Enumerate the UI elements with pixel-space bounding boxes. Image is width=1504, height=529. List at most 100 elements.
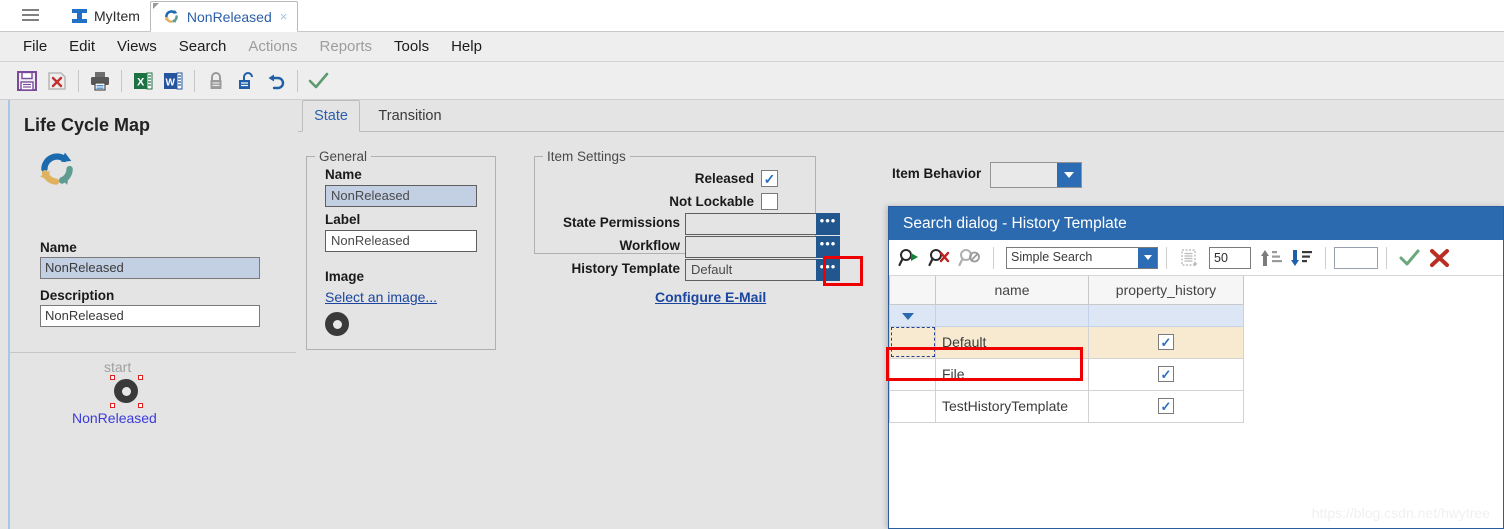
workflow-browse-button[interactable]: ••• [816,236,840,258]
released-checkbox[interactable] [761,170,778,187]
graph-state-node[interactable] [114,379,138,403]
configure-email-link[interactable]: Configure E-Mail [655,289,766,305]
filter-dropdown-icon[interactable] [902,313,914,320]
resize-handle-tr[interactable] [138,375,143,380]
general-image-preview[interactable] [325,312,349,336]
tab-transition[interactable]: Transition [364,100,456,132]
sort-descending-icon[interactable] [1287,244,1317,272]
property-history-checkbox[interactable]: ✓ [1158,398,1174,415]
released-label: Released [694,171,754,186]
tab-myitem[interactable]: MyItem [60,0,150,31]
menu-file[interactable]: File [12,35,58,58]
cross-icon[interactable] [1425,244,1455,272]
quick-filter-input[interactable] [1334,246,1378,269]
dialog-title: Search dialog - History Template [889,207,1503,240]
column-header-select[interactable] [889,276,936,305]
column-header-name[interactable]: name [935,276,1089,305]
life-cycle-map-panel: Life Cycle Map Name NonReleased Descript… [8,100,296,529]
menu-edit[interactable]: Edit [58,35,106,58]
apply-check-icon[interactable] [304,66,334,96]
chevron-down-icon[interactable] [1138,247,1157,268]
undo-icon[interactable] [261,66,291,96]
lifecycle-refresh-icon [40,152,73,185]
menubar: File Edit Views Search Actions Reports T… [0,32,1504,62]
row-select-cell[interactable] [889,389,936,423]
tab-nonreleased[interactable]: NonReleased × [149,1,299,32]
row-filler-cell [1243,358,1503,390]
general-groupbox: General Name NonReleased Label NonReleas… [306,149,496,350]
unlock-icon[interactable] [231,66,261,96]
row-name-cell[interactable]: TestHistoryTemplate [935,389,1089,423]
column-header-property-history[interactable]: property_history [1088,276,1244,305]
save-icon[interactable] [12,66,42,96]
search-clear-icon[interactable] [925,244,955,272]
general-label-input[interactable]: NonReleased [325,230,477,252]
property-history-checkbox[interactable]: ✓ [1158,334,1174,351]
item-settings-groupbox: Item Settings Released Not Lockable Stat… [534,149,840,305]
item-behavior-combo-value [991,163,1057,187]
max-rows-input[interactable]: 50 [1209,246,1251,269]
toolbar-separator [194,69,195,92]
history-template-browse-button[interactable]: ••• [816,259,840,281]
table-row[interactable]: TestHistoryTemplate ✓ [889,389,1503,423]
general-legend: General [315,149,372,164]
item-behavior-combo[interactable] [990,162,1082,188]
search-mode-combo[interactable]: Simple Search [1006,246,1158,269]
search-dialog: Search dialog - History Template Simple … [888,206,1504,529]
row-property-history-cell[interactable]: ✓ [1088,357,1244,391]
filter-name-cell[interactable] [935,303,1089,327]
general-name-label: Name [325,167,362,182]
menu-search[interactable]: Search [168,35,238,58]
page-title: Life Cycle Map [24,115,151,135]
row-property-history-cell[interactable]: ✓ [1088,325,1244,359]
export-word-icon[interactable]: W [158,66,188,96]
menu-views[interactable]: Views [106,35,168,58]
property-history-checkbox[interactable]: ✓ [1158,366,1174,383]
application-window: MyItem NonReleased × File Edit Views Sea… [0,0,1504,529]
filter-filler-cell [1243,304,1503,326]
left-description-input[interactable]: NonReleased [40,305,260,327]
sort-ascending-icon[interactable] [1257,244,1287,272]
check-icon[interactable] [1395,244,1425,272]
dialog-toolbar-separator [1325,246,1326,269]
print-icon[interactable] [85,66,115,96]
row-filler-cell [1243,326,1503,358]
row-select-cell[interactable] [889,325,936,359]
export-excel-icon[interactable]: X [128,66,158,96]
dialog-toolbar-separator [993,246,994,269]
resize-handle-br[interactable] [138,403,143,408]
menu-tools[interactable]: Tools [383,35,440,58]
life-cycle-graph[interactable]: start NonReleased [10,353,296,529]
row-filler-cell [1243,390,1503,422]
row-name-cell[interactable]: Default [935,325,1089,359]
item-settings-legend: Item Settings [543,149,630,164]
tab-state[interactable]: State [302,100,360,132]
table-row[interactable]: Default ✓ [889,325,1503,359]
state-permissions-browse-button[interactable]: ••• [816,213,840,235]
window-tabstrip: MyItem NonReleased × [0,0,1504,32]
tab-state-label: State [314,108,348,124]
menu-help[interactable]: Help [440,35,493,58]
general-name-input[interactable]: NonReleased [325,185,477,207]
chevron-down-icon[interactable] [1057,163,1081,187]
select-an-image-link[interactable]: Select an image... [325,289,437,305]
ibeam-icon [72,8,87,23]
row-select-cell[interactable] [889,357,936,391]
row-property-history-cell[interactable]: ✓ [1088,389,1244,423]
watermark-text: https://blog.csdn.net/hwytree [1311,505,1490,521]
filter-dropdown-cell[interactable] [889,303,936,327]
filter-property-history-cell[interactable] [1088,303,1244,327]
table-filter-row[interactable] [889,303,1503,327]
tab-close-icon[interactable]: × [280,10,288,23]
resize-handle-tl[interactable] [110,375,115,380]
not-lockable-checkbox[interactable] [761,193,778,210]
general-label-label: Label [325,212,361,227]
page-add-icon [1175,244,1205,272]
left-name-input[interactable]: NonReleased [40,257,260,279]
menu-icon[interactable] [12,0,48,31]
row-name-cell[interactable]: File [935,357,1089,391]
delete-icon[interactable] [42,66,72,96]
table-row[interactable]: File ✓ [889,357,1503,391]
search-run-icon[interactable] [895,244,925,272]
resize-handle-bl[interactable] [110,403,115,408]
